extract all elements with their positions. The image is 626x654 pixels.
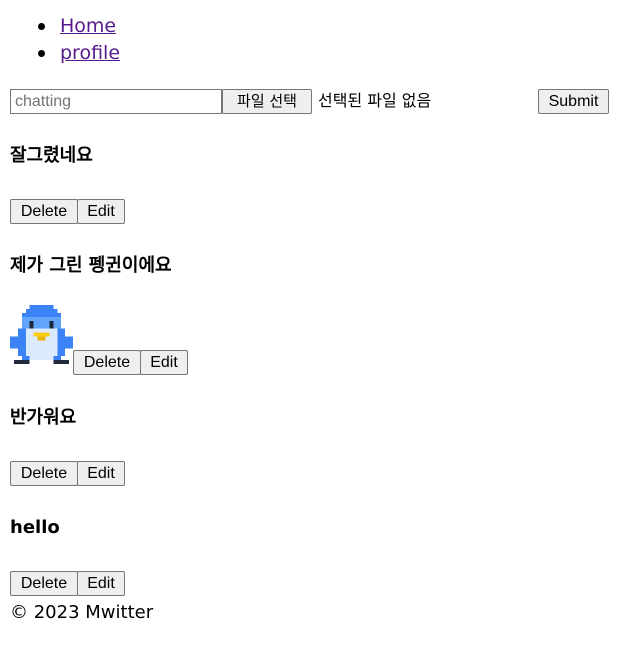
delete-button[interactable]: Delete — [73, 350, 141, 375]
post-image — [10, 305, 73, 368]
nav-item-profile: profile — [37, 40, 120, 67]
profile-link[interactable]: profile — [60, 42, 120, 64]
post-text: hello — [10, 517, 60, 538]
edit-button[interactable]: Edit — [77, 199, 125, 224]
tweet-form: 파일 선택 선택된 파일 없음 Submit — [10, 89, 610, 115]
copyright-text: © 2023 Mwitter — [10, 602, 154, 623]
edit-button[interactable]: Edit — [77, 571, 125, 596]
post-item: hello Delete Edit — [10, 515, 610, 597]
submit-button[interactable]: Submit — [538, 89, 609, 114]
delete-button[interactable]: Delete — [10, 199, 78, 224]
home-link[interactable]: Home — [60, 15, 116, 37]
post-item: 잘그렸네요 Delete Edit — [10, 143, 610, 225]
post-item: 반가워요 Delete Edit — [10, 405, 610, 487]
file-select-button[interactable]: 파일 선택 — [222, 89, 312, 114]
delete-button[interactable]: Delete — [10, 571, 78, 596]
post-item: 제가 그린 펭귄이에요 Delete Edit — [10, 253, 610, 377]
post-text: 반가워요 — [10, 407, 77, 428]
edit-button[interactable]: Edit — [140, 350, 188, 375]
file-status-text: 선택된 파일 없음 — [318, 91, 432, 110]
nav-item-home: Home — [37, 13, 116, 40]
chat-input[interactable] — [10, 89, 222, 114]
penguin-icon — [10, 305, 73, 365]
post-text: 잘그렸네요 — [10, 145, 93, 166]
delete-button[interactable]: Delete — [10, 461, 78, 486]
footer: © 2023 Mwitter — [10, 601, 153, 625]
edit-button[interactable]: Edit — [77, 461, 125, 486]
post-text: 제가 그린 펭귄이에요 — [10, 255, 172, 276]
